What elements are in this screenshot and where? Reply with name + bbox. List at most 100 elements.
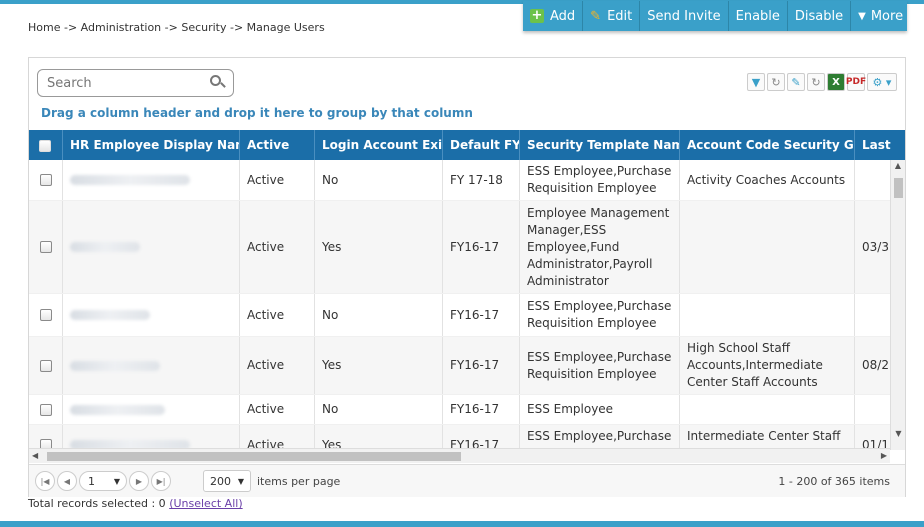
fy-cell: FY16-17 (443, 425, 520, 450)
last-cell (855, 160, 890, 200)
bottom-accent-bar (0, 521, 924, 527)
filter-icon[interactable]: ▼ (747, 73, 765, 91)
reset-icon[interactable]: ↻ (807, 73, 825, 91)
unselect-all-link[interactable]: (Unselect All) (169, 497, 242, 510)
row-checkbox[interactable] (29, 337, 63, 394)
login-cell: Yes (315, 337, 443, 394)
employee-name-redacted (63, 395, 240, 424)
table-row[interactable]: Active No FY16-17 ESS Employee,Purchase … (29, 294, 890, 337)
scroll-right-icon[interactable]: ▶ (881, 451, 887, 460)
pager-info: 1 - 200 of 365 items (778, 475, 890, 488)
last-cell: 08/2 (862, 358, 889, 372)
first-page-icon[interactable]: |◀ (35, 471, 55, 491)
pencil-icon: ✎ (590, 8, 602, 24)
enable-button[interactable]: Enable (729, 1, 788, 31)
row-checkbox[interactable] (29, 294, 63, 336)
login-cell: No (315, 160, 443, 200)
template-cell: ESS Employee,Purchase (520, 425, 680, 450)
scroll-up-icon[interactable]: ▲ (891, 160, 905, 172)
grid-header: HR Employee Display Name Active Login Ac… (29, 130, 905, 160)
row-checkbox[interactable] (29, 201, 63, 293)
col-header-template[interactable]: Security Template Name (520, 130, 680, 160)
search-input[interactable] (45, 74, 210, 92)
caret-down-icon: ▼ (858, 10, 866, 22)
scroll-left-icon[interactable]: ◀ (32, 451, 38, 460)
last-cell (855, 395, 890, 424)
horizontal-scroll-thumb[interactable] (47, 452, 461, 461)
search-box (37, 69, 234, 97)
prev-page-icon[interactable]: ◀ (57, 471, 77, 491)
acct-group-cell (680, 395, 855, 424)
acct-group-cell: Activity Coaches Accounts (680, 160, 855, 200)
table-row[interactable]: Active Yes FY16-17 ESS Employee,Purchase… (29, 337, 890, 395)
pdf-export-icon[interactable]: PDF (846, 73, 866, 91)
col-header-last[interactable]: Last (855, 130, 905, 160)
template-cell: ESS Employee,Purchase Requisition Employ… (520, 294, 680, 336)
page-number: 1 (88, 474, 95, 488)
employee-name-redacted (63, 160, 240, 200)
vertical-scroll-thumb[interactable] (894, 178, 903, 198)
page-number-select[interactable]: 1 ▼ (79, 471, 127, 491)
disable-label: Disable (794, 8, 844, 24)
wrench-icon[interactable]: ✎ (787, 73, 805, 91)
more-button[interactable]: ▼ More (851, 1, 910, 31)
template-cell: ESS Employee,Purchase Requisition Employ… (520, 160, 680, 200)
scroll-down-icon[interactable]: ▼ (891, 428, 905, 440)
fy-cell: FY16-17 (443, 294, 520, 336)
pager: |◀ ◀ 1 ▼ ▶ ▶| 200 ▼ items per page 1 - 2… (29, 464, 905, 497)
refresh-icon[interactable]: ↻ (767, 73, 785, 91)
edit-label: Edit (607, 8, 633, 24)
active-cell: Active (240, 337, 315, 394)
add-button[interactable]: + Add (523, 1, 584, 31)
more-label: More (870, 8, 904, 24)
last-page-icon[interactable]: ▶| (151, 471, 171, 491)
group-hint: Drag a column header and drop it here to… (41, 106, 473, 120)
row-checkbox[interactable] (29, 395, 63, 424)
row-checkbox[interactable] (29, 425, 63, 450)
grid-tools: ▼ ↻ ✎ ↻ X PDF ⚙ ▾ (747, 73, 897, 91)
col-header-acct-group[interactable]: Account Code Security Gro... (680, 130, 855, 160)
acct-group-cell: High School Staff Accounts,Intermediate … (680, 337, 855, 394)
employee-name-redacted (63, 337, 240, 394)
page-size-select[interactable]: 200 ▼ (203, 470, 251, 492)
table-row[interactable]: Active No FY 17-18 ESS Employee,Purchase… (29, 160, 890, 201)
horizontal-scrollbar[interactable]: ◀ ▶ (29, 448, 890, 463)
edit-button[interactable]: ✎ Edit (583, 1, 641, 31)
active-cell: Active (240, 201, 315, 293)
disable-button[interactable]: Disable (788, 1, 852, 31)
vertical-scrollbar[interactable]: ▲ ▼ (890, 160, 905, 450)
col-header-fy[interactable]: Default FY (443, 130, 520, 160)
chevron-down-icon: ▼ (113, 476, 120, 486)
col-header-name[interactable]: HR Employee Display Name (63, 130, 240, 160)
excel-export-icon[interactable]: X (827, 73, 845, 91)
search-icon[interactable] (210, 75, 226, 91)
template-cell: ESS Employee,Purchase Requisition Employ… (520, 337, 680, 394)
col-header-active[interactable]: Active (240, 130, 315, 160)
table-row[interactable]: Active Yes FY16-17 Employee Management M… (29, 201, 890, 294)
users-grid-panel: ▼ ↻ ✎ ↻ X PDF ⚙ ▾ Drag a column header a… (28, 57, 906, 497)
enable-label: Enable (735, 8, 780, 24)
col-header-login[interactable]: Login Account Exi... (315, 130, 443, 160)
template-cell: ESS Employee (520, 395, 680, 424)
login-cell: No (315, 395, 443, 424)
selection-footer: Total records selected : 0 (Unselect All… (28, 497, 243, 510)
items-per-page-label: items per page (257, 474, 341, 488)
breadcrumb: Home -> Administration -> Security -> Ma… (28, 21, 325, 34)
gear-icon[interactable]: ⚙ ▾ (867, 73, 897, 91)
table-row[interactable]: Active Yes FY16-17 ESS Employee,Purchase… (29, 425, 890, 450)
table-row[interactable]: Active No FY16-17 ESS Employee (29, 395, 890, 425)
last-cell: 03/3 (862, 239, 889, 254)
row-checkbox[interactable] (29, 160, 63, 200)
employee-name-redacted (63, 294, 240, 336)
acct-group-cell: Intermediate Center Staff (680, 425, 855, 450)
fy-cell: FY16-17 (443, 395, 520, 424)
send-invite-button[interactable]: Send Invite (640, 1, 729, 31)
page-size-value: 200 (210, 474, 231, 488)
last-cell: 01/1 (862, 437, 889, 451)
fy-cell: FY 17-18 (443, 160, 520, 200)
login-cell: No (315, 294, 443, 336)
add-label: Add (550, 8, 576, 24)
select-all-checkbox[interactable] (29, 130, 63, 160)
chevron-down-icon: ▼ (237, 476, 244, 486)
next-page-icon[interactable]: ▶ (129, 471, 149, 491)
